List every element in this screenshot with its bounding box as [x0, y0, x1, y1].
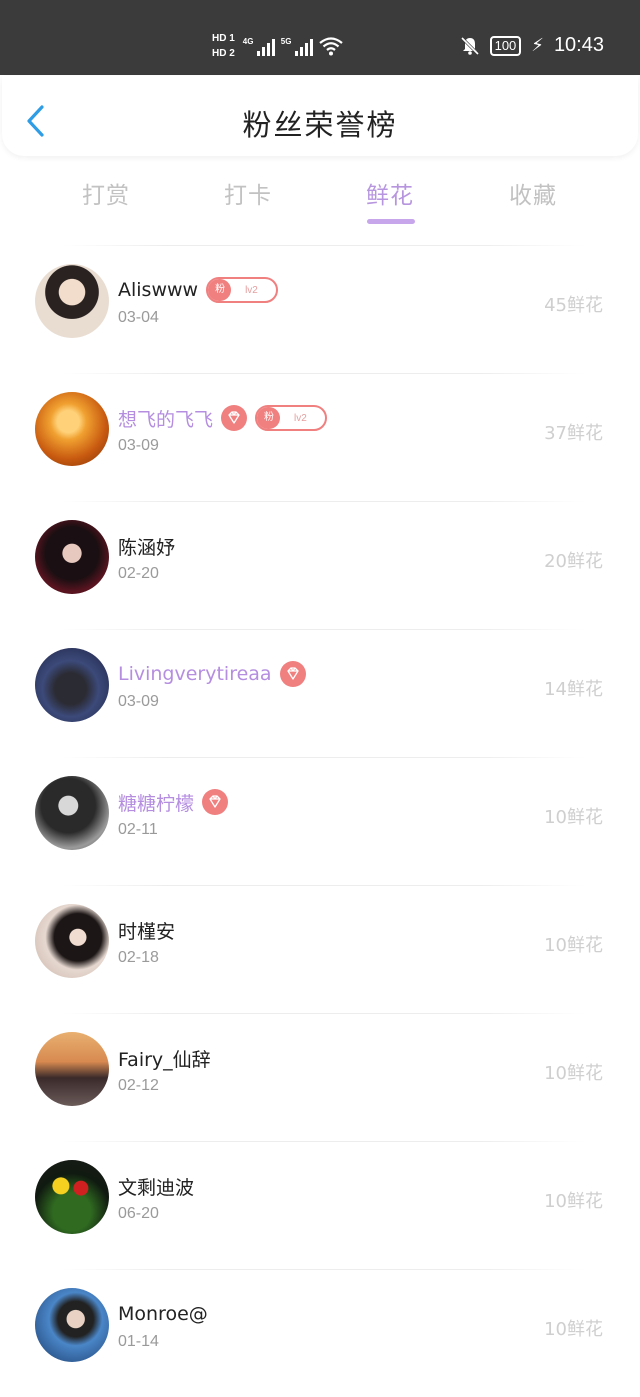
bell-muted-icon	[460, 36, 479, 55]
list-item[interactable]: 糖糖柠檬 02-11 10鲜花	[0, 757, 640, 885]
avatar[interactable]	[35, 1288, 109, 1362]
network-status: HD 1 HD 2 4G 5G	[212, 26, 343, 66]
fan-badge-label: 粉	[257, 407, 281, 429]
fan-badge-label: 粉	[208, 279, 232, 301]
diamond-vip-icon	[202, 789, 229, 815]
list-item[interactable]: Aliswww 粉 lv2 03-04 45鲜花	[0, 245, 640, 373]
fan-badge-level: lv2	[245, 284, 258, 296]
list-item[interactable]: Monroe@ 01-14 10鲜花	[0, 1269, 640, 1397]
flower-count: 20鲜花	[544, 551, 603, 572]
avatar[interactable]	[35, 520, 109, 594]
hd1-icon: HD 1	[212, 32, 235, 44]
flower-count: 45鲜花	[544, 295, 603, 316]
avatar[interactable]	[35, 904, 109, 978]
fan-date: 03-09	[118, 693, 159, 710]
flower-count: 10鲜花	[544, 807, 603, 828]
diamond-vip-icon	[279, 661, 306, 687]
avatar[interactable]	[35, 264, 109, 338]
charging-icon: ⚡	[531, 34, 544, 56]
avatar[interactable]	[35, 1032, 109, 1106]
divider	[60, 245, 585, 246]
wifi-icon	[319, 37, 343, 56]
fan-date: 02-12	[118, 1077, 159, 1094]
flower-count: 14鲜花	[544, 679, 603, 700]
active-tab-indicator	[367, 219, 415, 224]
fan-badge-level: lv2	[294, 412, 307, 424]
flower-count: 10鲜花	[544, 935, 603, 956]
tab-flowers[interactable]: 鲜花	[345, 176, 435, 224]
fan-date: 01-14	[118, 1333, 159, 1350]
fan-date: 03-09	[118, 437, 159, 454]
divider	[60, 1141, 585, 1142]
fan-name: Aliswww	[118, 279, 199, 301]
avatar[interactable]	[35, 392, 109, 466]
divider	[60, 885, 585, 886]
battery-icon: 100	[489, 35, 522, 56]
hd2-icon: HD 2	[212, 47, 235, 59]
tab-flowers-label: 鲜花	[366, 183, 414, 209]
fan-name: 时槿安	[118, 920, 176, 943]
list-item[interactable]: Livingverytireaa 03-09 14鲜花	[0, 629, 640, 757]
fan-name: Livingverytireaa	[118, 663, 272, 685]
list-item[interactable]: Fairy_仙辞 02-12 10鲜花	[0, 1013, 640, 1141]
flower-count: 10鲜花	[544, 1063, 603, 1084]
signal-icon-sim2: 5G	[281, 37, 313, 56]
divider	[60, 1269, 585, 1270]
list-item[interactable]: 时槿安 02-18 10鲜花	[0, 885, 640, 1013]
clock: 10:43	[553, 34, 604, 56]
divider	[60, 629, 585, 630]
diamond-vip-icon	[221, 405, 248, 431]
avatar[interactable]	[35, 648, 109, 722]
divider	[60, 373, 585, 374]
divider	[60, 757, 585, 758]
device-status: 100 ⚡ 10:43	[460, 34, 604, 57]
list-item[interactable]: 文剩迪波 06-20 10鲜花	[0, 1141, 640, 1269]
list-item[interactable]: 陈涵妤 02-20 20鲜花	[0, 501, 640, 629]
flower-count: 10鲜花	[544, 1319, 603, 1340]
signal-icon-sim1: 4G	[243, 37, 275, 56]
fan-date: 02-18	[118, 949, 159, 966]
avatar[interactable]	[35, 1160, 109, 1234]
fan-date: 06-20	[118, 1205, 159, 1222]
app-header: 粉丝荣誉榜	[2, 76, 638, 156]
fan-ranking-list: Aliswww 粉 lv2 03-04 45鲜花 想飞的飞飞 粉 lv2 03-…	[0, 245, 640, 1397]
tab-tip[interactable]: 打赏	[61, 176, 151, 210]
flower-count: 37鲜花	[544, 423, 603, 444]
fan-name: 糖糖柠檬	[118, 792, 195, 815]
list-item[interactable]: 想飞的飞飞 粉 lv2 03-09 37鲜花	[0, 373, 640, 501]
fan-name: Monroe@	[118, 1303, 208, 1325]
fan-date: 03-04	[118, 309, 159, 326]
page-title: 粉丝荣誉榜	[242, 108, 398, 142]
fan-date: 02-20	[118, 565, 159, 582]
avatar[interactable]	[35, 776, 109, 850]
fan-name: Fairy_仙辞	[118, 1048, 211, 1071]
fan-level-badge: 粉 lv2	[206, 277, 278, 303]
fan-name: 陈涵妤	[118, 536, 176, 559]
tab-favorites[interactable]: 收藏	[488, 176, 578, 210]
fan-level-badge: 粉 lv2	[255, 405, 327, 431]
fan-date: 02-11	[118, 821, 158, 838]
ranking-tabs: 打赏 打卡 鲜花 收藏	[0, 170, 640, 230]
tab-checkin[interactable]: 打卡	[203, 176, 293, 210]
divider	[60, 501, 585, 502]
fan-name: 文剩迪波	[118, 1176, 195, 1199]
status-bar: HD 1 HD 2 4G 5G 100 ⚡ 10:43	[0, 0, 640, 75]
divider	[60, 1013, 585, 1014]
fan-name: 想飞的飞飞	[118, 408, 214, 431]
flower-count: 10鲜花	[544, 1191, 603, 1212]
hd-indicators: HD 1 HD 2	[212, 33, 235, 60]
